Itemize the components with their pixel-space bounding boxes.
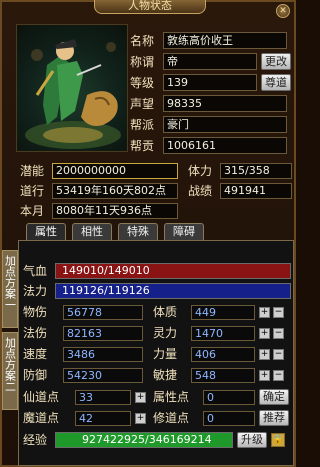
spirit-label: 灵力	[153, 326, 178, 340]
side-tab-plan-one-label: 加点方案一	[3, 255, 17, 310]
mag-atk-field: 82163	[63, 326, 143, 341]
window-title: 人物状态	[94, 0, 206, 14]
exp-label: 经验	[23, 433, 48, 447]
side-tab-plan-two-label: 加点方案二	[3, 337, 17, 392]
defense-field: 54230	[63, 368, 143, 383]
spirit-plus-button[interactable]: +	[259, 328, 270, 339]
mag-atk-label: 法伤	[23, 326, 48, 340]
defense-label: 防御	[23, 368, 48, 382]
immortal-field: 33	[75, 390, 131, 405]
side-tab-plan-two[interactable]: 加点方案二	[2, 332, 18, 410]
strength-label: 力量	[153, 347, 178, 361]
attributes-panel: 气血 149010/149010 法力 119126/119126 物伤 567…	[18, 240, 294, 466]
faction-field: 豪门	[163, 116, 287, 133]
month-field: 8080年11天936点	[52, 203, 178, 219]
demon-plus-button[interactable]: +	[135, 413, 146, 424]
prestige-field: 98335	[163, 95, 287, 112]
tab-affinity[interactable]: 相性	[72, 223, 112, 241]
daoxing-field: 53419年160天802点	[52, 183, 178, 199]
confirm-button[interactable]: 确定	[259, 389, 289, 405]
practice-points-field: 0	[203, 411, 255, 426]
contribution-field: 1006161	[163, 137, 287, 154]
speed-field: 3486	[63, 347, 143, 362]
stamina-label: 体力	[188, 164, 213, 178]
hp-label: 气血	[23, 264, 48, 278]
upgrade-button[interactable]: 升级	[237, 432, 267, 448]
constitution-minus-button[interactable]: −	[273, 307, 284, 318]
tab-obstacle[interactable]: 障碍	[164, 223, 204, 241]
mp-label: 法力	[23, 284, 48, 298]
potential-label: 潜能	[20, 164, 45, 178]
constitution-label: 体质	[153, 305, 178, 319]
month-label: 本月	[20, 204, 45, 218]
level-field: 139	[163, 74, 257, 91]
combat-field: 491941	[220, 183, 292, 199]
lock-icon[interactable]: 🔒	[271, 433, 285, 447]
character-status-window: 人物状态 ✕ 名称 敦练高价收王 称谓 帝 更改 等级 139 尊道 声望 98…	[0, 0, 296, 467]
strength-plus-button[interactable]: +	[259, 349, 270, 360]
exp-bar: 927422925/346169214	[55, 432, 233, 448]
combat-label: 战绩	[188, 184, 213, 198]
hp-bar: 149010/149010	[55, 263, 291, 279]
agility-plus-button[interactable]: +	[259, 370, 270, 381]
character-portrait	[16, 24, 128, 152]
title-field: 帝	[163, 53, 257, 70]
tab-special[interactable]: 特殊	[118, 223, 158, 241]
recommend-button[interactable]: 推荐	[259, 410, 289, 426]
agility-field: 548	[191, 368, 255, 383]
potential-field: 2000000000	[52, 163, 178, 179]
guide-button[interactable]: 尊道	[261, 74, 291, 91]
constitution-plus-button[interactable]: +	[259, 307, 270, 318]
mp-bar: 119126/119126	[55, 283, 291, 299]
daoxing-label: 道行	[20, 184, 45, 198]
attr-points-field: 0	[203, 390, 255, 405]
phys-atk-label: 物伤	[23, 305, 48, 319]
side-tab-plan-one[interactable]: 加点方案一	[2, 250, 18, 328]
strength-minus-button[interactable]: −	[273, 349, 284, 360]
immortal-plus-button[interactable]: +	[135, 392, 146, 403]
phys-atk-field: 56778	[63, 305, 143, 320]
practice-points-label: 修道点	[153, 411, 190, 425]
spirit-field: 1470	[191, 326, 255, 341]
constitution-field: 449	[191, 305, 255, 320]
agility-minus-button[interactable]: −	[273, 370, 284, 381]
demon-field: 42	[75, 411, 131, 426]
name-field: 敦练高价收王	[163, 32, 287, 49]
tab-attributes[interactable]: 属性	[26, 223, 66, 241]
immortal-label: 仙道点	[23, 390, 60, 404]
close-icon[interactable]: ✕	[276, 4, 290, 18]
strength-field: 406	[191, 347, 255, 362]
stamina-field: 315/358	[220, 163, 292, 179]
change-title-button[interactable]: 更改	[261, 53, 291, 70]
spirit-minus-button[interactable]: −	[273, 328, 284, 339]
demon-label: 魔道点	[23, 411, 60, 425]
agility-label: 敏捷	[153, 368, 178, 382]
speed-label: 速度	[23, 347, 48, 361]
attr-points-label: 属性点	[153, 390, 190, 404]
